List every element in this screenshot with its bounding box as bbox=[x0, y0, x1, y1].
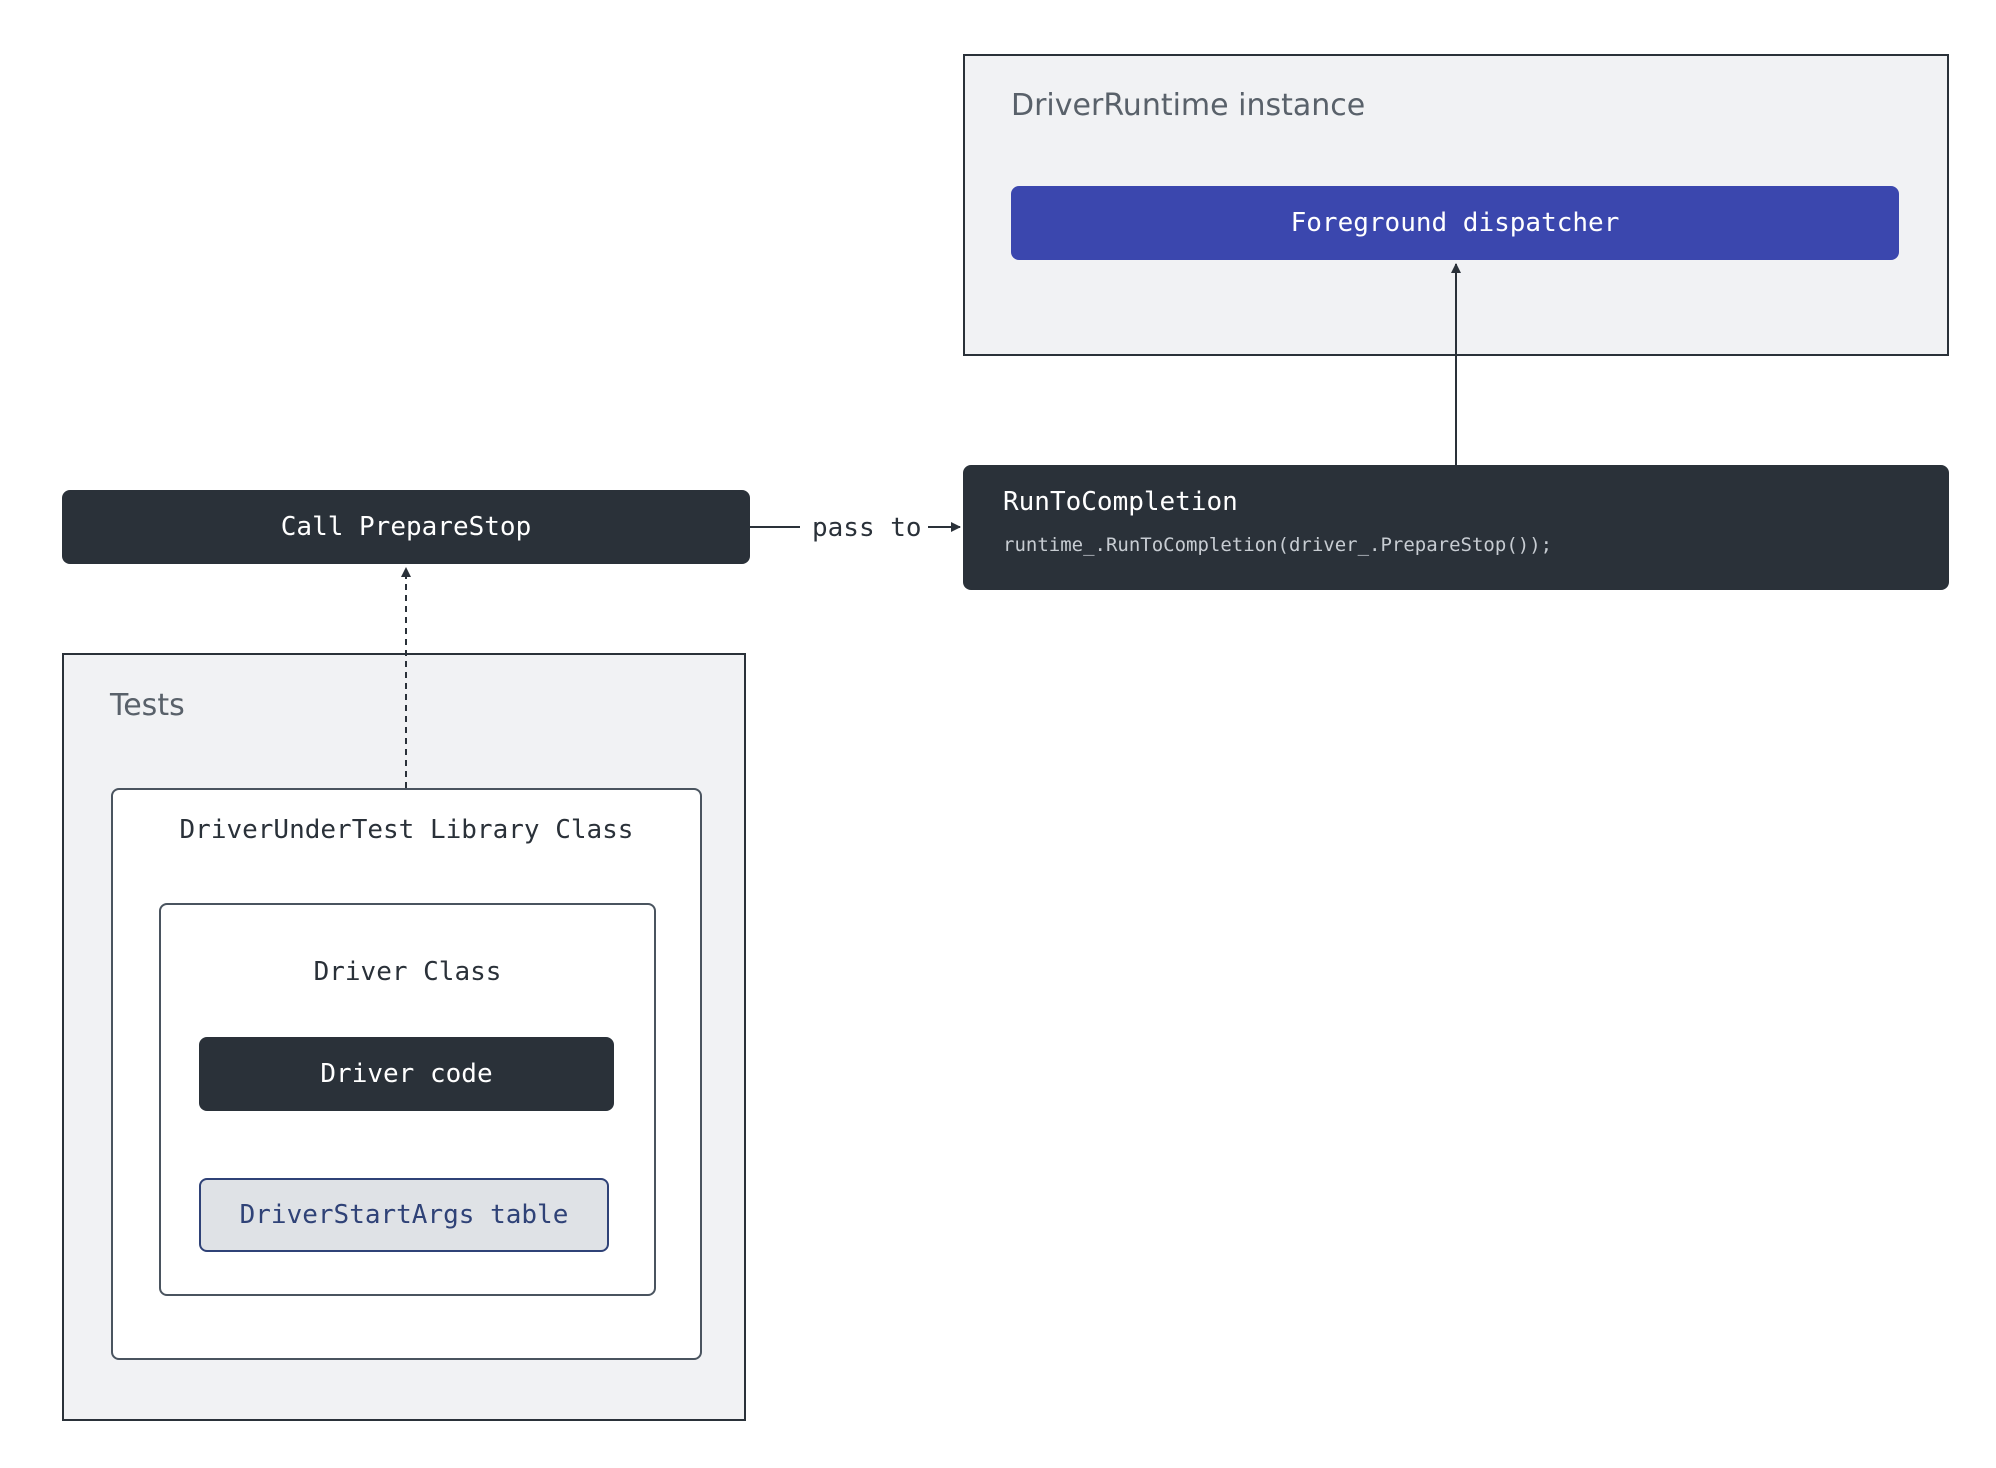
pass-to-edge-label: pass to bbox=[806, 515, 928, 541]
driver-runtime-label: DriverRuntime instance bbox=[1011, 88, 1366, 123]
run-to-completion-node[interactable] bbox=[963, 465, 1949, 590]
run-to-completion-title: RunToCompletion bbox=[1003, 487, 1238, 517]
driver-code-node[interactable]: Driver code bbox=[199, 1037, 614, 1111]
foreground-dispatcher-node[interactable]: Foreground dispatcher bbox=[1011, 186, 1899, 260]
driver-class-title: Driver Class bbox=[313, 957, 502, 987]
run-to-completion-code: runtime_.RunToCompletion(driver_.Prepare… bbox=[1003, 534, 1553, 556]
driver-start-args-table-node[interactable]: DriverStartArgs table bbox=[199, 1178, 609, 1252]
tests-label: Tests bbox=[110, 688, 185, 723]
driver-under-test-library-title: DriverUnderTest Library Class bbox=[179, 815, 634, 845]
call-prepare-stop-node[interactable]: Call PrepareStop bbox=[62, 490, 750, 564]
